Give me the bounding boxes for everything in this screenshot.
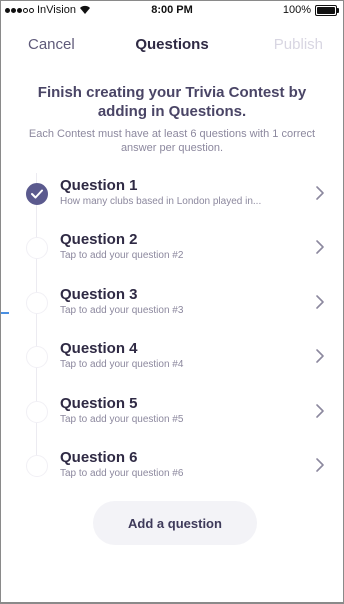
chevron-right-icon — [316, 240, 324, 254]
status-bar: InVision 8:00 PM 100% — [1, 1, 343, 21]
question-row-4[interactable]: Question 4 Tap to add your question #4 — [1, 336, 343, 378]
chevron-right-icon — [316, 295, 324, 309]
check-icon — [26, 183, 48, 205]
question-subtitle: Tap to add your question #5 — [60, 414, 184, 425]
add-question-button[interactable]: Add a question — [93, 501, 257, 545]
question-row-5[interactable]: Question 5 Tap to add your question #5 — [1, 391, 343, 433]
chevron-right-icon — [316, 458, 324, 472]
status-circle-icon — [26, 346, 48, 368]
question-row-3[interactable]: Question 3 Tap to add your question #3 — [1, 282, 343, 324]
question-title: Question 6 — [60, 449, 138, 466]
question-subtitle: Tap to add your question #2 — [60, 250, 184, 261]
question-subtitle: How many clubs based in London played in… — [60, 196, 262, 207]
question-title: Question 4 — [60, 340, 138, 357]
chevron-right-icon — [316, 404, 324, 418]
nav-bar: Cancel Questions Publish — [1, 29, 343, 61]
status-circle-icon — [26, 455, 48, 477]
app-screen: InVision 8:00 PM 100% Cancel Questions P… — [0, 0, 344, 604]
question-title: Question 1 — [60, 177, 138, 194]
question-subtitle: Tap to add your question #4 — [60, 359, 184, 370]
question-title: Question 5 — [60, 395, 138, 412]
status-circle-icon — [26, 401, 48, 423]
intro-heading: Finish creating your Trivia Contest by a… — [37, 84, 307, 120]
battery-percent: 100% — [282, 4, 311, 16]
question-title: Question 2 — [60, 231, 138, 248]
question-row-2[interactable]: Question 2 Tap to add your question #2 — [1, 227, 343, 269]
question-subtitle: Tap to add your question #3 — [60, 305, 184, 316]
question-subtitle: Tap to add your question #6 — [60, 468, 184, 479]
status-right: 100% — [282, 4, 339, 16]
question-title: Question 3 — [60, 286, 138, 303]
question-row-6[interactable]: Question 6 Tap to add your question #6 — [1, 445, 343, 487]
chevron-right-icon — [316, 186, 324, 200]
status-circle-icon — [26, 237, 48, 259]
status-circle-icon — [26, 292, 48, 314]
intro-subtext: Each Contest must have at least 6 questi… — [28, 128, 316, 154]
question-row-1[interactable]: Question 1 How many clubs based in Londo… — [1, 173, 343, 215]
battery-icon — [315, 4, 339, 16]
chevron-right-icon — [316, 349, 324, 363]
publish-button[interactable]: Publish — [274, 36, 323, 53]
